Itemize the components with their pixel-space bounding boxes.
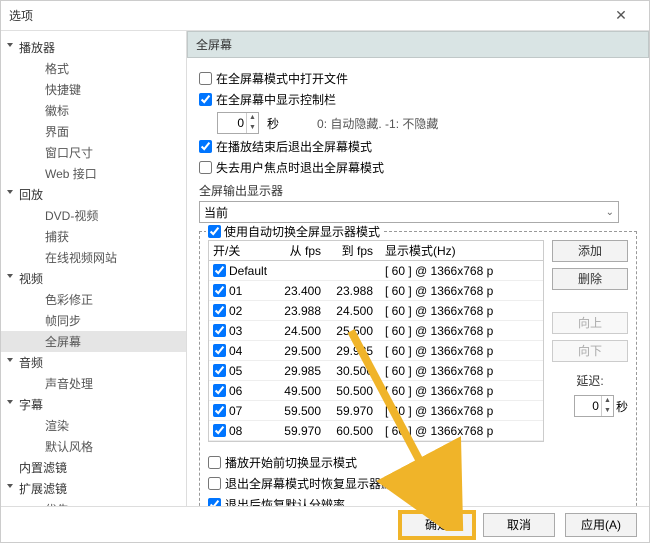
dialog-footer: 确定 取消 应用(A) bbox=[1, 506, 649, 542]
table-row[interactable]: 0759.50059.970[ 60 ] @ 1366x768 p bbox=[209, 401, 543, 421]
add-button[interactable]: 添加 bbox=[552, 240, 628, 262]
cancel-button[interactable]: 取消 bbox=[483, 513, 555, 537]
titlebar: 选项 ✕ bbox=[1, 1, 649, 31]
output-monitor-select[interactable]: 当前⌄ bbox=[199, 201, 619, 223]
delay-label: 延迟: bbox=[552, 372, 628, 389]
row-checkbox[interactable] bbox=[213, 324, 226, 337]
label: 使用自动切换全屏显示器模式 bbox=[224, 223, 380, 240]
hide-delay-stepper[interactable]: ▲▼ bbox=[217, 112, 259, 134]
label: 在全屏幕模式中打开文件 bbox=[216, 70, 348, 87]
row-checkbox[interactable] bbox=[213, 304, 226, 317]
table-header: 开/关 从 fps 到 fps 显示模式(Hz) bbox=[209, 241, 543, 261]
apply-button[interactable]: 应用(A) bbox=[565, 513, 637, 537]
tree-item[interactable]: 在线视频网站 bbox=[1, 247, 186, 268]
auto-switch-group: 使用自动切换全屏显示器模式 开/关 从 fps 到 fps 显示模式(Hz) D… bbox=[199, 231, 637, 507]
settings-panel: 全屏幕 在全屏幕模式中打开文件 在全屏幕中显示控制栏 ▲▼ 秒 0: 自动隐藏.… bbox=[187, 31, 649, 507]
tree-video[interactable]: 视频 bbox=[1, 268, 186, 289]
tree-player[interactable]: 播放器 bbox=[1, 37, 186, 58]
table-row[interactable]: Default[ 60 ] @ 1366x768 p bbox=[209, 261, 543, 281]
chk-restore-mode[interactable] bbox=[208, 477, 221, 490]
tree-subtitle[interactable]: 字幕 bbox=[1, 394, 186, 415]
down-button[interactable]: 向下 bbox=[552, 340, 628, 362]
chk-show-controls[interactable] bbox=[199, 93, 212, 106]
chk-switch-before[interactable] bbox=[208, 456, 221, 469]
row-checkbox[interactable] bbox=[213, 284, 226, 297]
remove-button[interactable]: 删除 bbox=[552, 268, 628, 290]
nav-tree: 播放器 格式 快捷键 徽标 界面 窗口尺寸 Web 接口 回放 DVD-视频 捕… bbox=[1, 31, 187, 507]
ok-button[interactable]: 确定 bbox=[401, 513, 473, 537]
tree-item[interactable]: 默认风格 bbox=[1, 436, 186, 457]
output-monitor-label: 全屏输出显示器 bbox=[199, 182, 637, 199]
row-checkbox[interactable] bbox=[213, 364, 226, 377]
tree-playback[interactable]: 回放 bbox=[1, 184, 186, 205]
label: 在播放结束后退出全屏幕模式 bbox=[216, 138, 372, 155]
table-row[interactable]: 0123.40023.988[ 60 ] @ 1366x768 p bbox=[209, 281, 543, 301]
table-row[interactable]: 0429.50029.985[ 60 ] @ 1366x768 p bbox=[209, 341, 543, 361]
tree-item[interactable]: 窗口尺寸 bbox=[1, 142, 186, 163]
main-area: 播放器 格式 快捷键 徽标 界面 窗口尺寸 Web 接口 回放 DVD-视频 捕… bbox=[1, 31, 649, 507]
row-checkbox[interactable] bbox=[213, 424, 226, 437]
tree-internal-filters[interactable]: 内置滤镜 bbox=[1, 457, 186, 478]
chk-exit-focus-lost[interactable] bbox=[199, 161, 212, 174]
label: 失去用户焦点时退出全屏幕模式 bbox=[216, 159, 384, 176]
tree-item[interactable]: 捕获 bbox=[1, 226, 186, 247]
window-title: 选项 bbox=[9, 7, 601, 24]
tree-item[interactable]: 格式 bbox=[1, 58, 186, 79]
row-checkbox[interactable] bbox=[213, 264, 226, 277]
chevron-down-icon: ⌄ bbox=[606, 207, 614, 218]
tree-item-fullscreen[interactable]: 全屏幕 bbox=[1, 331, 186, 352]
delay-stepper[interactable]: ▲▼ bbox=[574, 395, 614, 417]
unit: 秒 bbox=[267, 115, 279, 132]
close-icon[interactable]: ✕ bbox=[601, 7, 641, 24]
table-row[interactable]: 0324.50025.500[ 60 ] @ 1366x768 p bbox=[209, 321, 543, 341]
tree-item[interactable]: 徽标 bbox=[1, 100, 186, 121]
row-checkbox[interactable] bbox=[213, 404, 226, 417]
tree-item[interactable]: 色彩修正 bbox=[1, 289, 186, 310]
hint: 0: 自动隐藏. -1: 不隐藏 bbox=[317, 115, 438, 132]
chk-exit-after-playback[interactable] bbox=[199, 140, 212, 153]
table-row[interactable]: 0859.97060.500[ 60 ] @ 1366x768 p bbox=[209, 421, 543, 441]
row-checkbox[interactable] bbox=[213, 384, 226, 397]
tree-audio[interactable]: 音频 bbox=[1, 352, 186, 373]
table-row[interactable]: 0223.98824.500[ 60 ] @ 1366x768 p bbox=[209, 301, 543, 321]
tree-item[interactable]: DVD-视频 bbox=[1, 205, 186, 226]
modes-table: 开/关 从 fps 到 fps 显示模式(Hz) Default[ 60 ] @… bbox=[208, 240, 544, 442]
row-checkbox[interactable] bbox=[213, 344, 226, 357]
tree-item[interactable]: Web 接口 bbox=[1, 163, 186, 184]
table-side-buttons: 添加 删除 向上 向下 延迟: ▲▼ 秒 bbox=[552, 240, 628, 442]
label: 在全屏幕中显示控制栏 bbox=[216, 91, 336, 108]
tree-item[interactable]: 声音处理 bbox=[1, 373, 186, 394]
tree-item[interactable]: 渲染 bbox=[1, 415, 186, 436]
tree-item[interactable]: 快捷键 bbox=[1, 79, 186, 100]
tree-item[interactable]: 界面 bbox=[1, 121, 186, 142]
table-row[interactable]: 0529.98530.500[ 60 ] @ 1366x768 p bbox=[209, 361, 543, 381]
panel-header: 全屏幕 bbox=[187, 31, 649, 58]
tree-item[interactable]: 帧同步 bbox=[1, 310, 186, 331]
table-row[interactable]: 0649.50050.500[ 60 ] @ 1366x768 p bbox=[209, 381, 543, 401]
chk-launch-fullscreen[interactable] bbox=[199, 72, 212, 85]
up-button[interactable]: 向上 bbox=[552, 312, 628, 334]
tree-external-filters[interactable]: 扩展滤镜 bbox=[1, 478, 186, 499]
chk-auto-switch[interactable] bbox=[208, 225, 221, 238]
